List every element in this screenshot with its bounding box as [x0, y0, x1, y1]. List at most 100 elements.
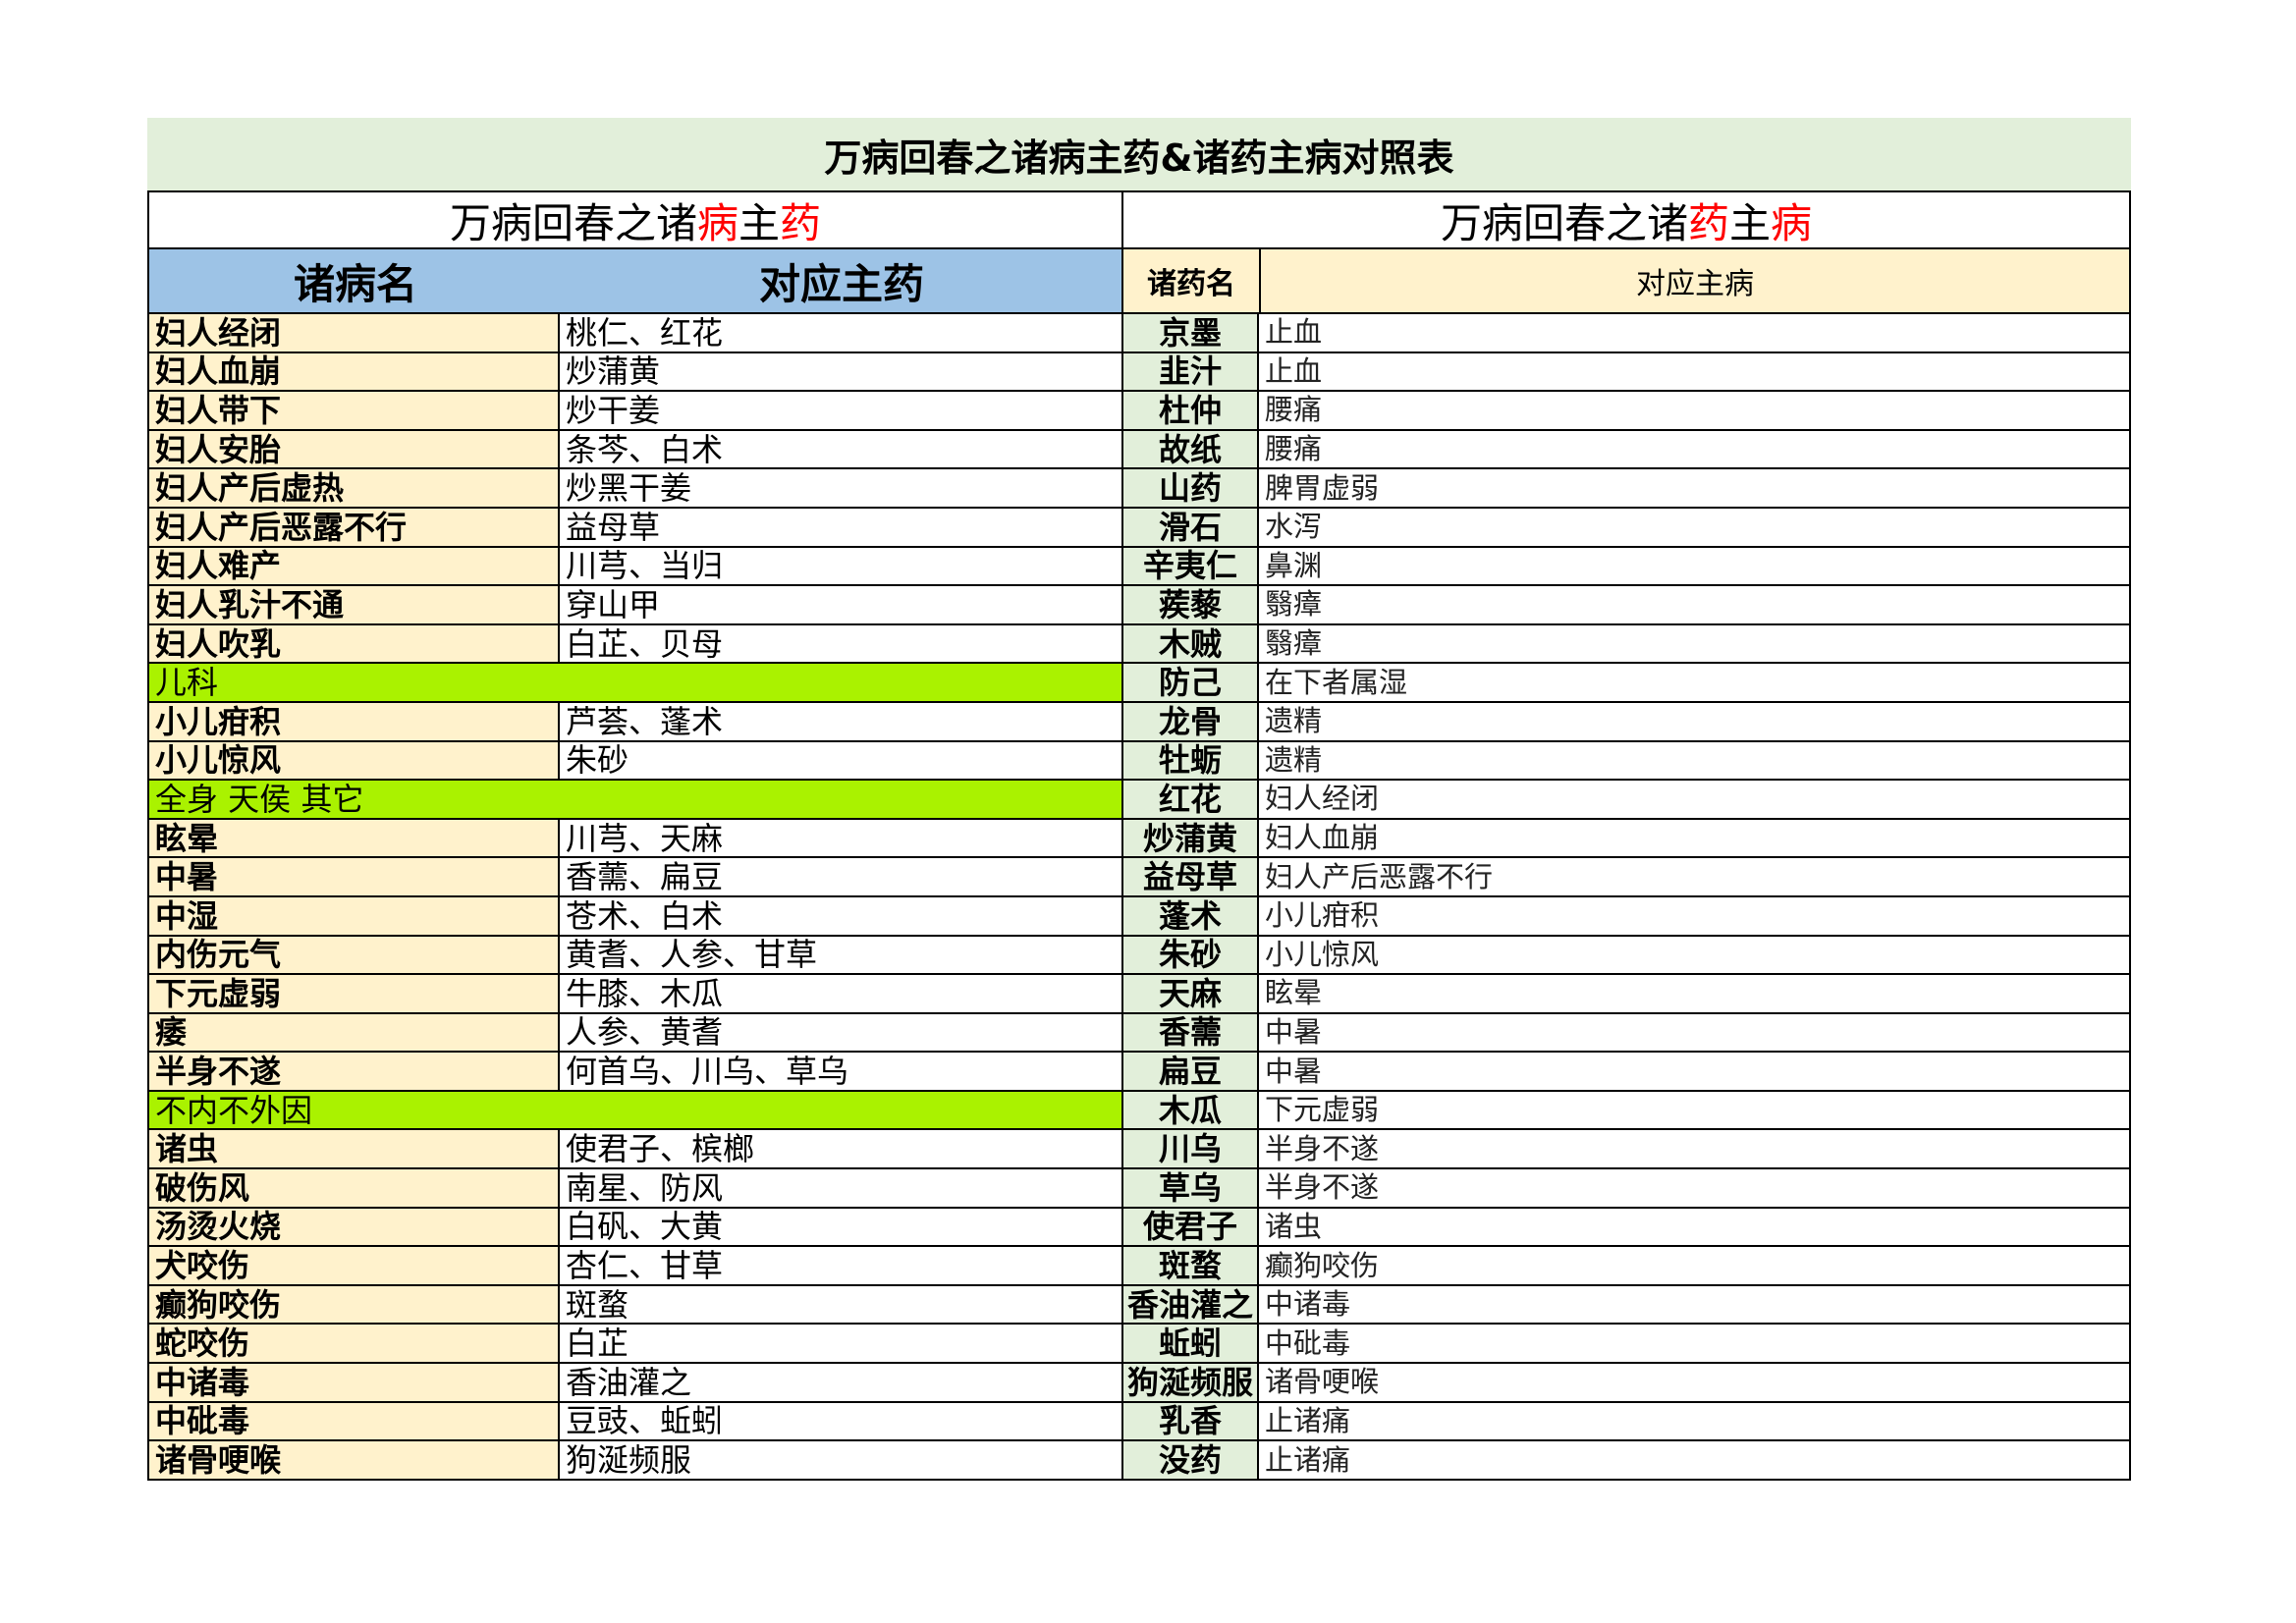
disease-name-cell[interactable]: 中暑	[147, 858, 560, 897]
main-disease-cell[interactable]: 半身不遂	[1259, 1169, 2131, 1209]
main-medicine-cell[interactable]: 白芷	[560, 1325, 1123, 1365]
main-medicine-cell[interactable]: 白芷、贝母	[560, 624, 1123, 665]
medicine-name-header[interactable]: 诸药名	[1123, 249, 1261, 312]
medicine-name-cell[interactable]: 没药	[1123, 1441, 1259, 1481]
medicine-name-cell[interactable]: 蒺藜	[1123, 586, 1259, 625]
main-disease-cell[interactable]: 中暑	[1259, 1053, 2131, 1092]
main-medicine-cell[interactable]: 何首乌、川乌、草乌	[560, 1053, 1123, 1092]
main-medicine-header[interactable]: 对应主药	[562, 251, 1121, 311]
medicine-name-cell[interactable]: 香薷	[1123, 1013, 1259, 1054]
disease-name-cell[interactable]: 汤烫火烧	[147, 1208, 560, 1248]
main-medicine-cell[interactable]: 炒蒲黄	[560, 352, 1123, 393]
main-disease-cell[interactable]: 水泻	[1259, 508, 2131, 548]
main-disease-cell[interactable]: 诸虫	[1259, 1208, 2131, 1248]
disease-name-cell[interactable]: 中诸毒	[147, 1364, 560, 1403]
main-disease-cell[interactable]: 癫狗咬伤	[1259, 1247, 2131, 1286]
main-disease-cell[interactable]: 在下者属湿	[1259, 664, 2131, 703]
medicine-name-cell[interactable]: 京墨	[1123, 314, 1259, 353]
medicine-name-cell[interactable]: 朱砂	[1123, 936, 1259, 976]
medicine-name-cell[interactable]: 故纸	[1123, 430, 1259, 470]
disease-name-cell[interactable]: 妇人吹乳	[147, 624, 560, 665]
right-section-heading[interactable]: 万病回春之诸药主病	[1123, 192, 2131, 249]
medicine-name-cell[interactable]: 滑石	[1123, 508, 1259, 548]
main-medicine-cell[interactable]: 牛膝、木瓜	[560, 975, 1123, 1014]
main-disease-cell[interactable]: 止诸痛	[1259, 1402, 2131, 1442]
main-disease-cell[interactable]: 鼻渊	[1259, 547, 2131, 587]
main-disease-cell[interactable]: 中诸毒	[1259, 1285, 2131, 1325]
main-medicine-cell[interactable]: 炒干姜	[560, 392, 1123, 431]
medicine-name-cell[interactable]: 使君子	[1123, 1208, 1259, 1248]
disease-name-cell[interactable]: 小儿惊风	[147, 741, 560, 782]
main-disease-cell[interactable]: 腰痛	[1259, 430, 2131, 470]
main-medicine-cell[interactable]: 杏仁、甘草	[560, 1247, 1123, 1286]
medicine-name-cell[interactable]: 红花	[1123, 781, 1259, 820]
main-medicine-cell[interactable]: 南星、防风	[560, 1169, 1123, 1209]
medicine-name-cell[interactable]: 蓬术	[1123, 896, 1259, 937]
medicine-name-cell[interactable]: 辛夷仁	[1123, 547, 1259, 587]
disease-name-cell[interactable]: 眩晕	[147, 819, 560, 859]
main-disease-cell[interactable]: 小儿疳积	[1259, 896, 2131, 937]
main-disease-cell[interactable]: 妇人产后恶露不行	[1259, 858, 2131, 897]
medicine-name-cell[interactable]: 斑蝥	[1123, 1247, 1259, 1286]
main-medicine-cell[interactable]: 香薷、扁豆	[560, 858, 1123, 897]
main-medicine-cell[interactable]: 使君子、槟榔	[560, 1130, 1123, 1170]
main-disease-cell[interactable]: 翳瘴	[1259, 624, 2131, 665]
main-disease-cell[interactable]: 中砒毒	[1259, 1325, 2131, 1365]
medicine-name-cell[interactable]: 扁豆	[1123, 1053, 1259, 1092]
main-disease-cell[interactable]: 下元虚弱	[1259, 1091, 2131, 1131]
disease-name-cell[interactable]: 妇人难产	[147, 547, 560, 587]
main-medicine-cell[interactable]: 益母草	[560, 508, 1123, 548]
main-medicine-cell[interactable]: 香油灌之	[560, 1364, 1123, 1403]
main-disease-cell[interactable]: 半身不遂	[1259, 1130, 2131, 1170]
main-disease-cell[interactable]: 小儿惊风	[1259, 936, 2131, 976]
disease-name-cell[interactable]: 诸虫	[147, 1130, 560, 1170]
main-disease-cell[interactable]: 翳瘴	[1259, 586, 2131, 625]
main-disease-cell[interactable]: 遗精	[1259, 741, 2131, 782]
medicine-name-cell[interactable]: 草乌	[1123, 1169, 1259, 1209]
main-disease-header[interactable]: 对应主病	[1261, 249, 2131, 312]
sheet-title[interactable]: 万病回春之诸病主药&诸药主病对照表	[147, 118, 2131, 192]
main-medicine-cell[interactable]: 川芎、当归	[560, 547, 1123, 587]
disease-name-header[interactable]: 诸病名	[149, 251, 562, 311]
disease-name-cell[interactable]: 妇人产后虚热	[147, 469, 560, 509]
medicine-name-cell[interactable]: 益母草	[1123, 858, 1259, 897]
medicine-name-cell[interactable]: 川乌	[1123, 1130, 1259, 1170]
medicine-name-cell[interactable]: 天麻	[1123, 975, 1259, 1014]
disease-name-cell[interactable]: 诸骨哽喉	[147, 1441, 560, 1481]
main-medicine-cell[interactable]: 黄耆、人参、甘草	[560, 936, 1123, 976]
disease-name-cell[interactable]: 犬咬伤	[147, 1247, 560, 1286]
medicine-name-cell[interactable]: 蚯蚓	[1123, 1325, 1259, 1365]
disease-name-cell[interactable]: 妇人乳汁不通	[147, 586, 560, 625]
disease-name-cell[interactable]: 下元虚弱	[147, 975, 560, 1014]
medicine-name-cell[interactable]: 乳香	[1123, 1402, 1259, 1442]
left-section-heading[interactable]: 万病回春之诸病主药	[147, 192, 1123, 249]
disease-name-cell[interactable]: 妇人安胎	[147, 430, 560, 470]
disease-name-cell[interactable]: 蛇咬伤	[147, 1325, 560, 1365]
category-cell[interactable]: 全身 天侯 其它	[147, 781, 1123, 820]
disease-name-cell[interactable]: 半身不遂	[147, 1053, 560, 1092]
disease-name-cell[interactable]: 妇人经闭	[147, 314, 560, 353]
main-disease-cell[interactable]: 妇人经闭	[1259, 781, 2131, 820]
main-disease-cell[interactable]: 腰痛	[1259, 392, 2131, 431]
medicine-name-cell[interactable]: 韭汁	[1123, 352, 1259, 393]
disease-name-cell[interactable]: 中湿	[147, 896, 560, 937]
main-medicine-cell[interactable]: 桃仁、红花	[560, 314, 1123, 353]
main-disease-cell[interactable]: 止血	[1259, 352, 2131, 393]
medicine-name-cell[interactable]: 木贼	[1123, 624, 1259, 665]
main-disease-cell[interactable]: 脾胃虚弱	[1259, 469, 2131, 509]
main-medicine-cell[interactable]: 人参、黄耆	[560, 1013, 1123, 1054]
main-disease-cell[interactable]: 诸骨哽喉	[1259, 1364, 2131, 1403]
main-medicine-cell[interactable]: 白矾、大黄	[560, 1208, 1123, 1248]
main-medicine-cell[interactable]: 芦荟、蓬术	[560, 702, 1123, 742]
medicine-name-cell[interactable]: 龙骨	[1123, 702, 1259, 742]
medicine-name-cell[interactable]: 狗涎频服	[1123, 1364, 1259, 1403]
main-medicine-cell[interactable]: 条芩、白术	[560, 430, 1123, 470]
medicine-name-cell[interactable]: 山药	[1123, 469, 1259, 509]
main-disease-cell[interactable]: 遗精	[1259, 702, 2131, 742]
disease-name-cell[interactable]: 癫狗咬伤	[147, 1285, 560, 1325]
main-medicine-cell[interactable]: 豆豉、蚯蚓	[560, 1402, 1123, 1442]
main-medicine-cell[interactable]: 斑蝥	[560, 1285, 1123, 1325]
medicine-name-cell[interactable]: 牡蛎	[1123, 741, 1259, 782]
main-medicine-cell[interactable]: 穿山甲	[560, 586, 1123, 625]
main-disease-cell[interactable]: 中暑	[1259, 1013, 2131, 1054]
